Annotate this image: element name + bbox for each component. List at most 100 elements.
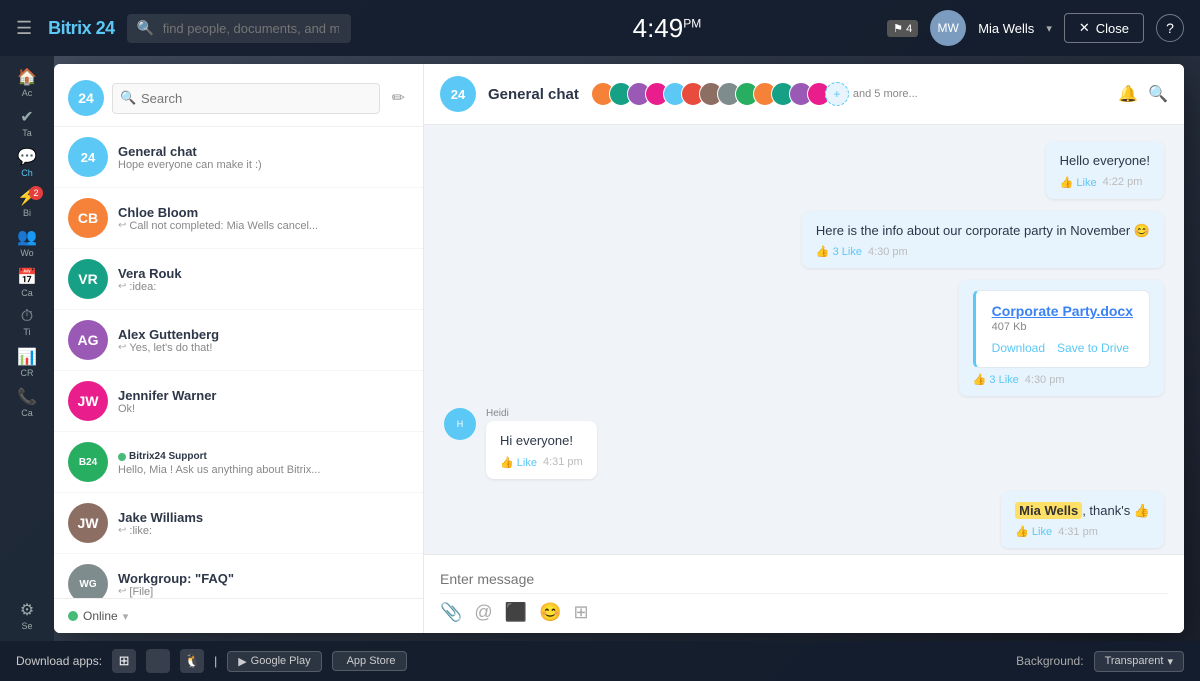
chat-list-item-general[interactable]: 24 General chat Hope everyone can make i…	[54, 127, 423, 188]
google-play-label: Google Play	[251, 655, 311, 667]
sender-name-4: Heidi	[486, 408, 597, 419]
status-chevron: ▾	[123, 610, 129, 623]
chat-item-name: Workgroup: "FAQ"	[118, 571, 409, 586]
apple-icon[interactable]	[146, 649, 170, 673]
chat-modal: 24 🔍 ✏ 24 General chat Hope everyone can…	[54, 64, 1184, 633]
member-av-add[interactable]: +	[825, 82, 849, 106]
sidebar-item-activity[interactable]: 🏠 Ac	[7, 64, 47, 100]
sidebar-item-workgroups[interactable]: 👥 Wo	[7, 224, 47, 260]
linux-icon[interactable]: 🐧	[180, 649, 204, 673]
username-chevron[interactable]: ▾	[1046, 22, 1052, 35]
msg-text-4: Hi everyone!	[500, 431, 583, 451]
notification-icon[interactable]: 🔔	[1118, 84, 1138, 104]
windows-icon[interactable]: ⊞	[112, 649, 136, 673]
like-button-1[interactable]: 👍 Like	[1060, 176, 1097, 189]
msg-time-5: 4:31 pm	[1058, 526, 1098, 538]
username-label[interactable]: Mia Wells	[978, 21, 1034, 36]
app-logo: Bitrix 24	[48, 18, 115, 39]
mention-icon[interactable]: @	[474, 602, 492, 623]
msg-time-1: 4:22 pm	[1103, 176, 1143, 188]
file-name[interactable]: Corporate Party.docx	[992, 303, 1133, 319]
sidebar-item-timer[interactable]: ⏱ Ti	[7, 304, 47, 340]
sidebar-item-bitrix[interactable]: ⚡ 2 Bi	[7, 184, 47, 220]
chat-search-input[interactable]	[112, 83, 380, 114]
chat-item-avatar-alex: AG	[68, 320, 108, 360]
chat-messages: Hello everyone! 👍 Like 4:22 pm Here is t…	[424, 125, 1184, 554]
google-play-button[interactable]: ▶ Google Play	[227, 651, 321, 672]
background-selector[interactable]: Transparent ▾	[1094, 651, 1184, 672]
crm-icon: 📊	[17, 347, 37, 367]
sidebar-item-crm[interactable]: 📊 CR	[7, 344, 47, 380]
sidebar-item-calendar[interactable]: 📅 Ca	[7, 264, 47, 300]
chat-list-item-alex[interactable]: AG Alex Guttenberg ↩ Yes, let's do that!	[54, 310, 423, 371]
user-avatar[interactable]: MW	[930, 10, 966, 46]
sidebar-item-settings[interactable]: ⚙ Se	[7, 597, 47, 633]
chat-item-info-jennifer: Jennifer Warner Ok!	[118, 388, 409, 415]
left-sidebar: 🏠 Ac ✔ Ta 💬 Ch ⚡ 2 Bi 👥 Wo 📅 Ca ⏱ Ti 📊 C…	[0, 56, 54, 641]
highlight-mia-1: Mia Wells	[1015, 502, 1082, 519]
quote-icon[interactable]: ⬛	[505, 602, 527, 623]
bottom-left: Download apps: ⊞ 🐧 | ▶ Google Play App S…	[16, 649, 407, 673]
chat-list-item-vera[interactable]: VR Vera Rouk ↩ :idea:	[54, 249, 423, 310]
clock-time: 4:49	[633, 13, 684, 43]
sidebar-item-tasks[interactable]: ✔ Ta	[7, 104, 47, 140]
bottom-bar: Download apps: ⊞ 🐧 | ▶ Google Play App S…	[0, 641, 1200, 681]
menu-icon[interactable]: ☰	[16, 18, 32, 39]
save-to-drive-button[interactable]: Save to Drive	[1057, 341, 1129, 355]
help-button[interactable]: ?	[1156, 14, 1184, 42]
online-dot	[68, 611, 78, 621]
message-row-1: Hello everyone! 👍 Like 4:22 pm	[444, 141, 1164, 199]
chat-input-area: 📎 @ ⬛ 😊 ⊞	[424, 554, 1184, 633]
chat-item-preview: Hope everyone can make it :)	[118, 159, 409, 171]
message-row-4: H Heidi Hi everyone! 👍 Like 4:31 pm	[444, 408, 1164, 479]
settings-icon: ⚙	[20, 600, 34, 620]
chat-list-footer: Online ▾	[54, 598, 423, 633]
attachment-icon[interactable]: 📎	[440, 602, 462, 623]
like-button-2[interactable]: 👍 3 Like	[816, 245, 862, 258]
chat-list-item-workgroup[interactable]: WG Workgroup: "FAQ" ↩ [File]	[54, 554, 423, 598]
app-store-label: App Store	[347, 655, 396, 667]
chat-more-members[interactable]: and 5 more...	[853, 88, 918, 100]
chat-item-name: Jennifer Warner	[118, 388, 409, 403]
chat-item-name: General chat	[118, 144, 409, 159]
chat-header-actions: 🔔 🔍	[1118, 84, 1168, 104]
close-button[interactable]: ✕ Close	[1064, 13, 1144, 43]
more-icon[interactable]: ⊞	[574, 602, 589, 623]
msg-time-2: 4:30 pm	[868, 246, 908, 258]
background-chevron: ▾	[1167, 655, 1173, 668]
like-button-3[interactable]: 👍 3 Like	[973, 373, 1019, 386]
message-bubble-2: Here is the info about our corporate par…	[802, 211, 1164, 269]
chat-main-panel: 24 General chat +	[424, 64, 1184, 633]
chat-item-name: Bitrix24 Support	[118, 449, 409, 464]
like-button-5[interactable]: 👍 Like	[1015, 525, 1052, 538]
like-button-4[interactable]: 👍 Like	[500, 456, 537, 469]
sidebar-item-chat[interactable]: 💬 Ch	[7, 144, 47, 180]
sidebar-item-calls[interactable]: 📞 Ca	[7, 384, 47, 420]
chat-list-item-jake[interactable]: JW Jake Williams ↩ :like:	[54, 493, 423, 554]
chat-list-item-bitrix-support[interactable]: B24 Bitrix24 Support Hello, Mia ! Ask us…	[54, 432, 423, 493]
message-input[interactable]	[440, 565, 1168, 593]
chat-item-preview: Hello, Mia ! Ask us anything about Bitri…	[118, 464, 409, 476]
topbar-search-input[interactable]	[127, 14, 351, 43]
logo-bitrix: Bitrix	[48, 18, 91, 38]
download-button[interactable]: Download	[992, 341, 1045, 355]
chat-list-header: 24 🔍 ✏	[54, 64, 423, 127]
chat-list-item-jennifer[interactable]: JW Jennifer Warner Ok!	[54, 371, 423, 432]
chat-list-panel: 24 🔍 ✏ 24 General chat Hope everyone can…	[54, 64, 424, 633]
app-store-button[interactable]: App Store	[332, 651, 407, 671]
emoji-icon[interactable]: 😊	[539, 602, 561, 623]
close-x-icon: ✕	[1079, 20, 1090, 36]
search-messages-icon[interactable]: 🔍	[1148, 84, 1168, 104]
chat-item-avatar-general: 24	[68, 137, 108, 177]
flag-badge[interactable]: ⚑ 4	[887, 20, 918, 37]
sender-avatar-heidi-1: H	[444, 408, 476, 440]
chat-item-avatar-vera: VR	[68, 259, 108, 299]
message-bubble-5: Mia Wells, thank's 👍 👍 Like 4:31 pm	[1001, 491, 1164, 549]
message-row-5: Mia Wells, thank's 👍 👍 Like 4:31 pm	[444, 491, 1164, 549]
compose-button[interactable]: ✏	[388, 84, 409, 112]
msg-text-5: Mia Wells, thank's 👍	[1015, 501, 1150, 521]
chat-icon: 💬	[17, 147, 37, 167]
chat-list-item-chloe[interactable]: CB Chloe Bloom ↩ Call not completed: Mia…	[54, 188, 423, 249]
chat-search-wrap: 🔍	[112, 83, 380, 114]
online-status[interactable]: Online ▾	[68, 609, 128, 623]
